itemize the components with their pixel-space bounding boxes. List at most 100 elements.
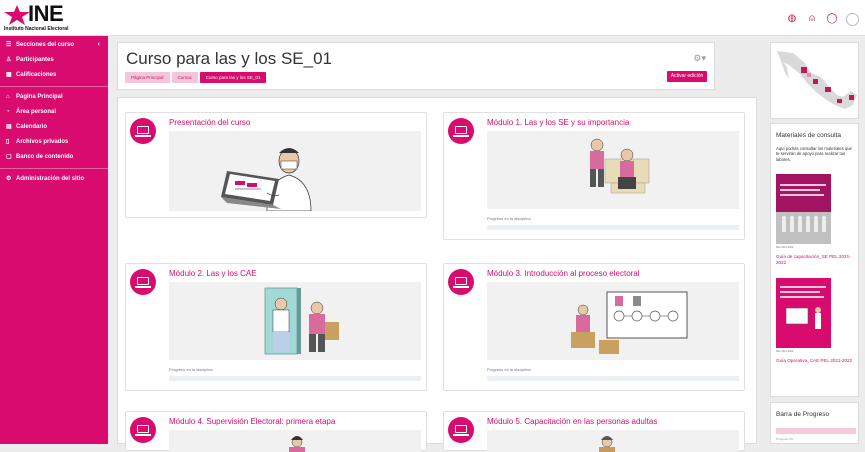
- admin-icon: ⚙: [6, 176, 12, 182]
- sidebar-item-participants[interactable]: ♙ Participantes: [0, 53, 108, 67]
- files-icon: ▯: [6, 139, 10, 145]
- bell-icon[interactable]: ⍝: [806, 13, 818, 25]
- progress-block: Barra de Progreso Progreso 0%: [770, 402, 859, 444]
- sidebar-item-dashboard[interactable]: ◔ Área personal: [0, 105, 108, 119]
- presenter-illustration: [169, 131, 421, 211]
- ine-star-icon: [4, 5, 30, 25]
- sidebar-item-label: Banco de contenido: [16, 154, 74, 160]
- progress-block-title: Barra de Progreso: [776, 411, 830, 418]
- module-title[interactable]: Módulo 2. Las y los CAE: [169, 269, 257, 278]
- page-header: Curso para las y los SE_01 Página Princi…: [117, 42, 715, 90]
- sidebar-item-label: Calificaciones: [16, 72, 57, 78]
- module-title[interactable]: Presentación del curso: [169, 118, 250, 127]
- breadcrumb-courses[interactable]: Cursos: [171, 72, 198, 83]
- laptop-icon: [130, 118, 156, 144]
- progress-label: Progreso en la disciplina: [487, 216, 531, 221]
- avatar[interactable]: .: [846, 12, 859, 26]
- progress-caption: Progreso 0%: [776, 437, 794, 441]
- sidebar-item-private-files[interactable]: ▯ Archivos privados: [0, 135, 108, 149]
- materials-title: Materiales de consulta: [776, 132, 842, 139]
- guide-cae-link[interactable]: Guía Operativa_CAE PEL 2021-2022: [776, 358, 856, 364]
- module-progress-bar: [487, 376, 739, 381]
- home-icon: ⌂: [6, 94, 10, 100]
- sidebar-item-label: Archivos privados: [16, 139, 69, 145]
- sidebar-divider: [0, 86, 108, 87]
- sidebar-divider: [0, 168, 108, 169]
- supervision-illustration: [169, 430, 421, 452]
- guide-se-cover[interactable]: [776, 174, 831, 244]
- laptop-icon: [130, 417, 156, 443]
- module-card-2[interactable]: Módulo 2. Las y los CAE Progreso en la d…: [125, 263, 427, 391]
- module-progress-bar: [487, 225, 739, 230]
- sidebar-item-sections[interactable]: ☰ Secciones del curso ‹: [0, 38, 108, 52]
- top-icons: ◍ ⍝ ◯ .: [786, 11, 859, 27]
- guide-se-link[interactable]: Guía de capacitación_SE PEL 2021-2022: [776, 254, 856, 266]
- guide-se-footer: PEL 2021-2022: [776, 246, 794, 249]
- materials-description: Aquí podrás consultar los materiales que…: [776, 146, 852, 162]
- course-content: Presentación del curso Módulo 1. Las y l…: [117, 97, 757, 452]
- module-card-presentation[interactable]: Presentación del curso: [125, 112, 427, 218]
- module-title[interactable]: Módulo 3. Introducción al proceso electo…: [487, 269, 640, 278]
- breadcrumb: Página Principal Cursos Curso para las y…: [125, 72, 267, 83]
- module-illustration: [169, 282, 421, 360]
- guide-cae-cover[interactable]: [776, 278, 831, 348]
- module-title[interactable]: Módulo 4. Supervisión Electoral: primera…: [169, 417, 335, 426]
- se-illustration: [487, 131, 739, 209]
- cae-illustration: [169, 282, 421, 360]
- module-illustration: [487, 430, 739, 452]
- module-title[interactable]: Módulo 1. Las y los SE y su importancia: [487, 118, 629, 127]
- mexico-map-block: [770, 42, 859, 119]
- module-title[interactable]: Módulo 5. Capacitación en las personas a…: [487, 417, 657, 426]
- sidebar-item-label: Área personal: [16, 109, 57, 115]
- module-illustration: [487, 282, 739, 360]
- ine-logo[interactable]: INE Instituto Nacional Electoral: [4, 3, 114, 33]
- sidebar-item-grades[interactable]: ▦ Calificaciones: [0, 68, 108, 82]
- laptop-icon: [448, 417, 474, 443]
- adult-training-illustration: [487, 430, 739, 452]
- sidebar-item-label: Secciones del curso: [16, 42, 75, 48]
- grades-icon: ▦: [6, 72, 12, 78]
- sidebar: ☰ Secciones del curso ‹ ♙ Participantes ▦ C…: [0, 36, 108, 444]
- calendar-icon: ▤: [6, 124, 12, 130]
- enable-editing-button[interactable]: Activar edición: [667, 71, 707, 82]
- content-bank-icon: ▢: [6, 154, 12, 160]
- guide-se-cover-art: [776, 174, 831, 244]
- module-illustration: [487, 131, 739, 209]
- progress-label: Progreso en la disciplina: [169, 367, 213, 372]
- dashboard-icon: ◔: [6, 109, 10, 115]
- breadcrumb-home[interactable]: Página Principal: [125, 72, 170, 83]
- module-illustration: [169, 131, 421, 211]
- module-card-5[interactable]: Módulo 5. Capacitación en las personas a…: [443, 411, 745, 452]
- top-navbar: INE Instituto Nacional Electoral ◍ ⍝ ◯ .: [0, 0, 865, 36]
- sections-icon: ☰: [6, 42, 12, 48]
- module-illustration: [169, 430, 421, 452]
- module-progress-bar: [169, 376, 421, 381]
- materials-block: Materiales de consulta Aquí podrás consu…: [770, 123, 859, 397]
- guide-cae-footer: PEL 2021-2022: [776, 350, 794, 353]
- breadcrumb-current-course[interactable]: Curso para las y los SE_01: [199, 72, 267, 83]
- chevron-left-icon[interactable]: ‹: [98, 38, 100, 52]
- module-card-4[interactable]: Módulo 4. Supervisión Electoral: primera…: [125, 411, 427, 452]
- sidebar-item-calendar[interactable]: ▤ Calendario: [0, 120, 108, 134]
- module-card-3[interactable]: Módulo 3. Introducción al proceso electo…: [443, 263, 745, 391]
- laptop-icon: [130, 269, 156, 295]
- progress-label: Progreso en la disciplina: [487, 367, 531, 372]
- mexico-map-icon: [777, 51, 857, 109]
- logo-word: INE: [28, 1, 64, 26]
- chat-icon[interactable]: ◯: [826, 13, 838, 25]
- sidebar-item-site-admin[interactable]: ⚙ Administración del sitio: [0, 172, 108, 186]
- grid-icon[interactable]: ◍: [786, 13, 798, 25]
- module-card-1[interactable]: Módulo 1. Las y los SE y su importancia …: [443, 112, 745, 240]
- laptop-icon: [448, 118, 474, 144]
- sidebar-item-label: Página Principal: [16, 94, 63, 100]
- electoral-process-illustration: [487, 282, 739, 360]
- guide-cae-cover-art: [776, 278, 831, 348]
- page-title: Curso para las y los SE_01: [126, 49, 332, 68]
- sidebar-item-label: Calendario: [16, 124, 48, 130]
- sidebar-item-content-bank[interactable]: ▢ Banco de contenido: [0, 150, 108, 164]
- overall-progress-bar: [776, 428, 856, 434]
- laptop-icon: [448, 269, 474, 295]
- sidebar-item-label: Administración del sitio: [16, 176, 85, 182]
- sidebar-item-home[interactable]: ⌂ Página Principal: [0, 90, 108, 104]
- gear-icon[interactable]: ⚙▾: [693, 53, 706, 64]
